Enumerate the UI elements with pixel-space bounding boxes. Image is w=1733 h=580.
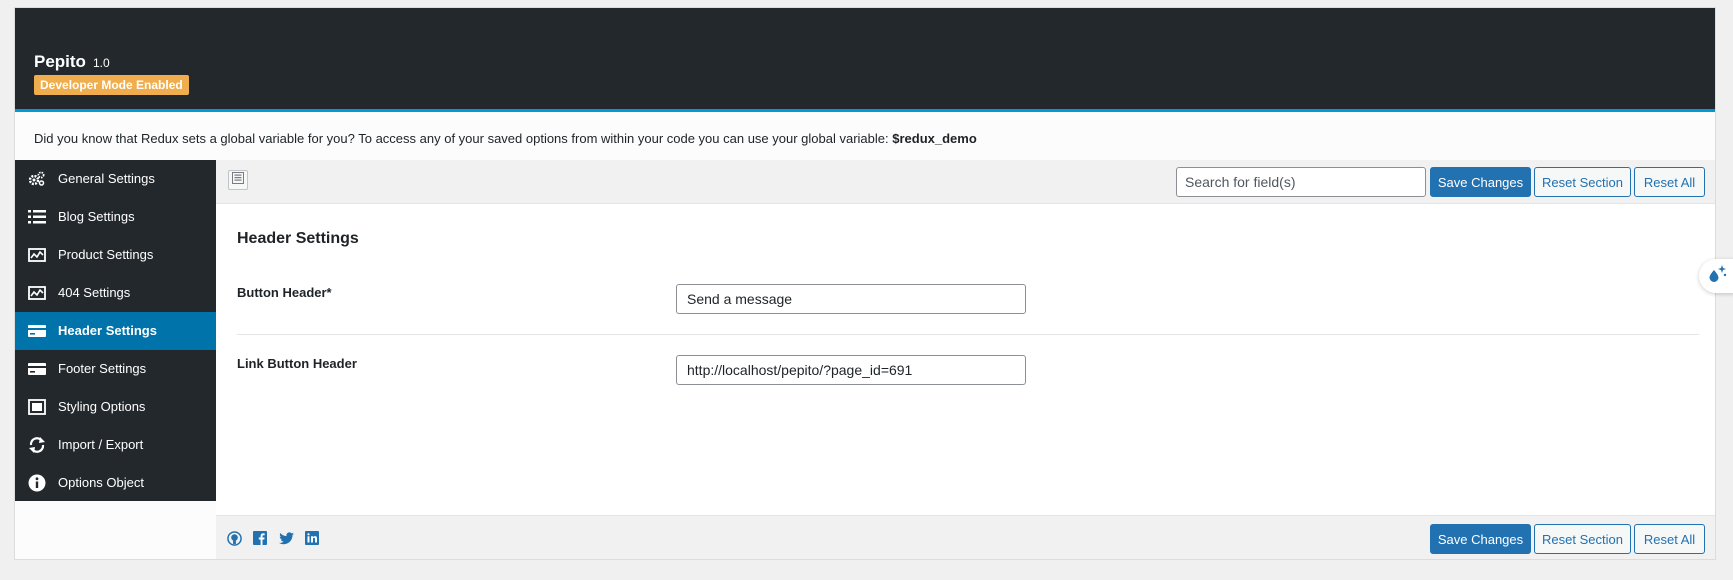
sparkle-drop-icon [1706,263,1728,290]
sidebar-item-options-object[interactable]: Options Object [15,464,216,502]
notice-text: Did you know that Redux sets a global va… [34,131,977,146]
options-panel: Pepito 1.0 Developer Mode Enabled Did yo… [14,7,1716,560]
facebook-icon[interactable] [252,530,268,546]
expand-options-button[interactable] [228,170,248,190]
card-icon [27,321,47,341]
button-header-input[interactable] [676,284,1026,314]
app-title: Pepito [34,52,86,71]
sidebar-item-404-settings[interactable]: 404 Settings [15,274,216,312]
sidebar-item-footer-settings[interactable]: Footer Settings [15,350,216,388]
sidebar-item-header-settings[interactable]: Header Settings [15,312,216,350]
screen-icon [27,397,47,417]
footer-reset-all-button[interactable]: Reset All [1634,524,1705,554]
field-label-button-header: Button Header* [237,285,332,300]
github-icon[interactable] [226,530,242,546]
twitter-icon[interactable] [278,530,294,546]
info-icon [27,473,47,493]
sidebar-item-styling-options[interactable]: Styling Options [15,388,216,426]
bottom-toolbar: Save Changes Reset Section Reset All [216,515,1715,559]
refresh-icon [27,435,47,455]
sidebar-item-blog-settings[interactable]: Blog Settings [15,198,216,236]
sidebar-item-label: Footer Settings [58,361,147,376]
reset-all-button[interactable]: Reset All [1634,167,1705,197]
sidebar-item-label: 404 Settings [58,285,131,300]
floating-assistant-widget[interactable] [1699,259,1733,293]
footer-reset-section-button[interactable]: Reset Section [1534,524,1631,554]
expand-icon [232,171,244,189]
sidebar-item-general-settings[interactable]: General Settings [15,160,216,198]
gears-icon [27,169,47,189]
sidebar-item-label: Product Settings [58,247,154,262]
sidebar-item-import-export[interactable]: Import / Export [15,426,216,464]
chart-icon [27,245,47,265]
sidebar-item-label: Options Object [58,475,144,490]
chart-icon [27,283,47,303]
sidebar-item-label: General Settings [58,171,155,186]
sidebar-item-label: Header Settings [58,323,157,338]
search-input[interactable] [1176,167,1426,197]
list-icon [27,207,47,227]
field-divider [237,334,1699,335]
field-label-link-button-header: Link Button Header [237,356,357,371]
footer-save-changes-button[interactable]: Save Changes [1430,524,1531,554]
global-variable-notice: Did you know that Redux sets a global va… [15,112,1715,167]
developer-mode-badge: Developer Mode Enabled [34,75,189,95]
sidebar: General Settings Blog Settings Product S… [15,160,216,501]
save-changes-button[interactable]: Save Changes [1430,167,1531,197]
linkedin-icon[interactable] [304,530,320,546]
notice-variable: $redux_demo [892,131,977,146]
sidebar-item-label: Blog Settings [58,209,135,224]
notice-message: Did you know that Redux sets a global va… [34,131,893,146]
section-title: Header Settings [237,230,359,247]
card-icon [27,359,47,379]
main-content: Save Changes Reset Section Reset All Hea… [216,160,1715,559]
reset-section-button[interactable]: Reset Section [1534,167,1631,197]
app-header: Pepito 1.0 Developer Mode Enabled [15,8,1715,112]
link-button-header-input[interactable] [676,355,1026,385]
top-toolbar: Save Changes Reset Section Reset All [216,160,1715,204]
sidebar-item-label: Import / Export [58,437,144,452]
sidebar-item-product-settings[interactable]: Product Settings [15,236,216,274]
sidebar-item-label: Styling Options [58,399,146,414]
app-version: 1.0 [93,56,110,70]
